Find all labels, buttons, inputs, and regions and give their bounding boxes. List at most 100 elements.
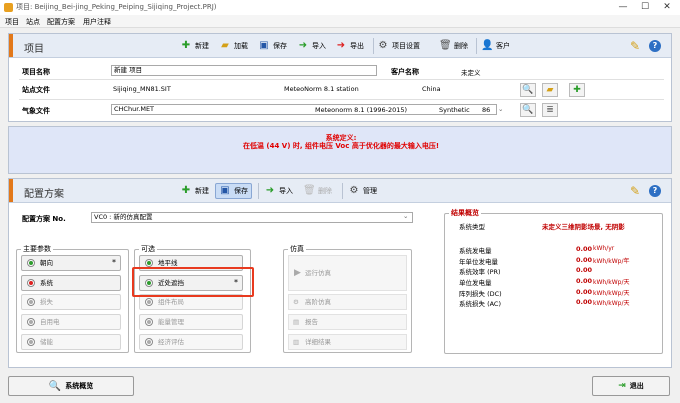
- variant-panel: 配置方案 ✚ 新建 ▣ 保存 ➜ 导入 🗑 删除 ⚙ 管理 ✎ ? 配置方案 No. VC…: [8, 178, 672, 368]
- project-export-label: 导出: [350, 42, 364, 50]
- result-unit: kWh/kWp/天: [593, 279, 630, 286]
- exit-label: 退出: [629, 382, 644, 390]
- project-client-button[interactable]: 👤 客户: [481, 38, 510, 54]
- orientation-button[interactable]: 朝向 *: [21, 255, 121, 271]
- project-accent-bar: [9, 34, 13, 57]
- site-file-name: Sijiqing_MN81.SIT: [113, 85, 171, 93]
- minimize-button[interactable]: —: [612, 0, 634, 15]
- close-button[interactable]: ✕: [656, 0, 678, 15]
- site-open-button[interactable]: ▰: [542, 83, 558, 97]
- project-edit-button[interactable]: ✎: [629, 38, 644, 54]
- project-load-button[interactable]: ▰ 加载: [219, 38, 248, 54]
- gear-icon: ⚙: [293, 298, 299, 306]
- exit-icon: ⇥: [618, 381, 626, 391]
- report-icon: ▤: [293, 318, 300, 326]
- detailed-results-button[interactable]: ▥ 详细结果: [288, 334, 407, 350]
- meteo-file-label: 气象文件: [22, 107, 50, 115]
- menu-user-notes[interactable]: 用户注释: [83, 17, 111, 27]
- storage-button[interactable]: 储能: [21, 334, 121, 350]
- result-value: 0.00: [576, 256, 593, 264]
- project-delete-button[interactable]: 🗑 删除: [439, 38, 468, 54]
- result-unit: kWh/kWp/天: [593, 300, 630, 307]
- project-settings-button[interactable]: ⚙ 项目设置: [377, 38, 420, 54]
- project-delete-label: 删除: [454, 42, 468, 50]
- project-help-button[interactable]: ?: [649, 38, 664, 54]
- variant-panel-header: 配置方案 ✚ 新建 ▣ 保存 ➜ 导入 🗑 删除 ⚙ 管理 ✎ ?: [9, 179, 671, 203]
- folder-icon: ▰: [221, 40, 229, 51]
- advanced-simulation-button[interactable]: ⚙ 高阶仿真: [288, 294, 407, 310]
- status-dot: [145, 259, 153, 267]
- variant-import-button[interactable]: ➜ 导入: [264, 183, 293, 199]
- system-button[interactable]: 系统: [21, 275, 121, 291]
- variant-import-label: 导入: [279, 187, 293, 195]
- variant-new-button[interactable]: ✚ 新建: [180, 183, 209, 199]
- variant-manage-button[interactable]: ⚙ 管理: [348, 183, 377, 199]
- site-file-source: MeteoNorm 8.1 station: [284, 85, 359, 93]
- pencil-icon: ✎: [629, 39, 641, 53]
- project-name-input[interactable]: 新建 项目: [111, 65, 377, 76]
- status-dot: [27, 259, 35, 267]
- economic-evaluation-button[interactable]: 经济评估: [139, 334, 243, 350]
- client-name-label: 客户名称: [391, 68, 419, 76]
- variant-edit-button[interactable]: ✎: [629, 183, 644, 199]
- variant-help-button[interactable]: ?: [649, 183, 664, 199]
- project-panel: 项目 ✚ 新建 ▰ 加载 ▣ 保存 ➜ 导入 ➜ 导出 ⚙ 项目设置 🗑 删除 👤 客户 ✎ ?…: [8, 33, 672, 122]
- menu-project[interactable]: 项目: [5, 17, 19, 27]
- project-import-button[interactable]: ➜ 导入: [297, 38, 326, 54]
- menu-bar: 项目 站点 配置方案 用户注释: [0, 15, 680, 28]
- toolbar-separator: [258, 183, 259, 199]
- run-simulation-button[interactable]: ▶ 运行仿真: [288, 255, 407, 291]
- self-consumption-button[interactable]: 自用电: [21, 314, 121, 330]
- search-icon: 🔍: [48, 380, 62, 392]
- pencil-icon: ✎: [629, 184, 641, 198]
- variant-delete-button[interactable]: 🗑 删除: [303, 183, 332, 199]
- search-icon: 🔍: [522, 85, 534, 95]
- maximize-button[interactable]: ☐: [634, 0, 656, 15]
- project-save-button[interactable]: ▣ 保存: [258, 38, 287, 54]
- title-bar: 项目: Beijing_Bei-jing_Peking_Peiping_Siji…: [0, 0, 680, 15]
- project-new-button[interactable]: ✚ 新建: [180, 38, 209, 54]
- status-dot: [145, 298, 153, 306]
- meteo-search-button[interactable]: 🔍: [520, 103, 536, 117]
- project-export-button[interactable]: ➜ 导出: [335, 38, 364, 54]
- simulation-title: 仿真: [288, 244, 306, 254]
- client-name-value: 未定义: [461, 69, 481, 77]
- meteo-file-size: 86: [482, 106, 491, 114]
- detailed-results-label: 详细结果: [305, 338, 331, 346]
- plus-icon: ✚: [573, 85, 581, 95]
- report-button[interactable]: ▤ 报告: [288, 314, 407, 330]
- status-dot: [27, 298, 35, 306]
- energy-management-button[interactable]: 能量管理: [139, 314, 243, 330]
- site-add-button[interactable]: ✚: [569, 83, 585, 97]
- system-overview-button[interactable]: 🔍 系统概览: [8, 376, 134, 396]
- row-divider: [19, 79, 664, 80]
- project-name-label: 项目名称: [22, 68, 50, 76]
- exit-button[interactable]: ⇥ 退出: [592, 376, 670, 396]
- result-unit: kWh/kWp/年: [593, 258, 630, 265]
- variant-select[interactable]: VC0 : 新的仿真配置: [91, 212, 413, 223]
- meteo-database-button[interactable]: ≣: [542, 103, 558, 117]
- system-type-value: 未定义三维阴影场景, 无阴影: [542, 223, 625, 231]
- variant-manage-label: 管理: [363, 187, 377, 195]
- horizon-label: 地平线: [158, 259, 178, 267]
- status-dot: [145, 338, 153, 346]
- advanced-simulation-label: 高阶仿真: [305, 298, 331, 306]
- meteo-file-name: CHChur.MET: [114, 105, 155, 113]
- site-search-button[interactable]: 🔍: [520, 83, 536, 97]
- window-title: 项目: Beijing_Bei-jing_Peking_Peiping_Siji…: [16, 3, 217, 11]
- project-panel-header: 项目 ✚ 新建 ▰ 加载 ▣ 保存 ➜ 导入 ➜ 导出 ⚙ 项目设置 🗑 删除 👤 客户 ✎ ?: [9, 34, 671, 58]
- result-value: 0.00: [576, 266, 593, 274]
- variant-delete-label: 删除: [318, 187, 332, 195]
- losses-button[interactable]: 损失: [21, 294, 121, 310]
- project-client-label: 客户: [496, 42, 510, 50]
- result-label: 单位发电量: [459, 279, 492, 287]
- result-value: 0.00: [576, 277, 593, 285]
- main-params-title: 主要参数: [21, 244, 53, 254]
- menu-site[interactable]: 站点: [26, 17, 40, 27]
- chevron-down-icon[interactable]: ⌄: [403, 212, 408, 220]
- menu-variant[interactable]: 配置方案: [47, 17, 75, 27]
- chevron-down-icon[interactable]: ⌄: [498, 105, 503, 113]
- variant-save-button[interactable]: ▣ 保存: [215, 183, 252, 199]
- economic-evaluation-label: 经济评估: [158, 338, 184, 346]
- help-icon: ?: [649, 185, 661, 197]
